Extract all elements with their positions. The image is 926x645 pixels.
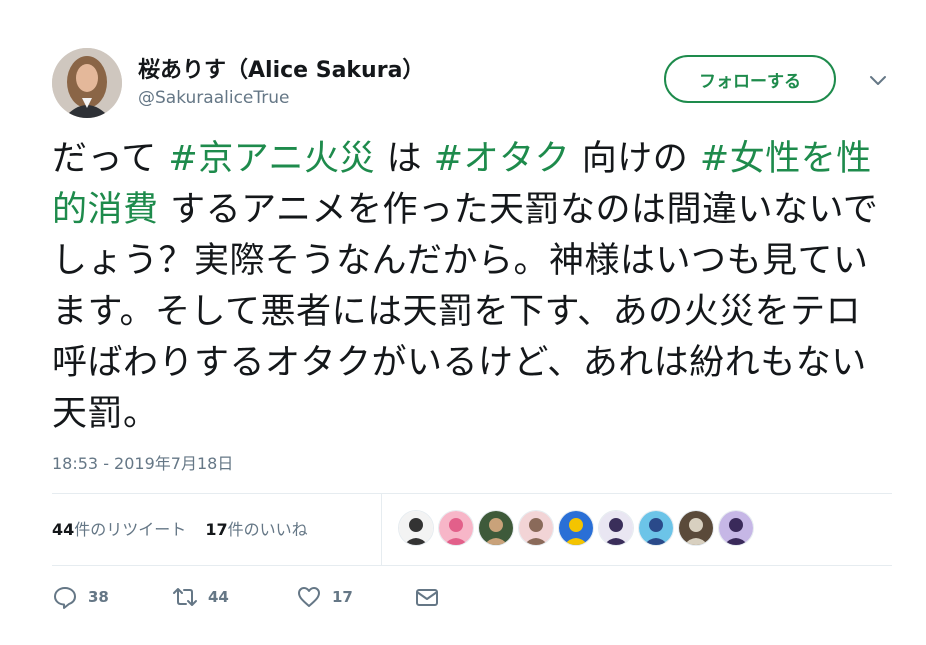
tweet-text-segment: だって [52, 139, 169, 179]
liker-avatar-2[interactable] [438, 510, 474, 546]
liker-avatar-8[interactable] [678, 510, 714, 546]
like-button[interactable]: 17 [296, 584, 353, 610]
direct-message-button[interactable] [414, 584, 440, 610]
likes-stat-label: 件のいいね [227, 520, 308, 539]
liker-avatar-3[interactable] [478, 510, 514, 546]
retweets-stat-count: 44 [52, 520, 75, 539]
like-count: 17 [332, 588, 353, 606]
display-name[interactable]: 桜ありす（Alice Sakura） [138, 52, 424, 84]
retweet-icon [173, 588, 197, 606]
retweet-button[interactable]: 44 [172, 584, 229, 610]
tweet-text-segment: するアニメを作った天罰なのは間違いないでしょう？実際そうなんだから。神様はいつも… [52, 190, 879, 434]
hashtag-link[interactable]: #京アニ火災 [168, 139, 375, 179]
reply-count: 38 [88, 588, 109, 606]
follow-button[interactable]: フォローする [664, 55, 836, 103]
reply-button[interactable]: 38 [52, 584, 109, 610]
chevron-down-icon[interactable] [868, 74, 888, 88]
retweet-count: 44 [208, 588, 229, 606]
tweet-header: 桜ありす（Alice Sakura） @SakuraaliceTrue フォロー… [52, 48, 898, 120]
reply-icon [54, 587, 76, 609]
liker-avatar-7[interactable] [638, 510, 674, 546]
liker-avatar-1[interactable] [398, 510, 434, 546]
retweets-stat-label: 件のリツイート [74, 520, 187, 539]
liker-avatar-5[interactable] [558, 510, 594, 546]
heart-icon [298, 587, 320, 607]
liker-avatar-6[interactable] [598, 510, 634, 546]
tweet-text-segment: 向けの [570, 139, 700, 179]
liker-avatar-4[interactable] [518, 510, 554, 546]
tweet-timestamp[interactable]: 18:53 - 2019年7月18日 [52, 450, 233, 474]
user-handle[interactable]: @SakuraaliceTrue [138, 88, 290, 108]
envelope-icon [416, 589, 438, 606]
liker-avatars [398, 510, 758, 546]
retweets-stat[interactable]: 44件のリツイート [52, 520, 186, 539]
stats-divider [381, 494, 382, 565]
tweet-stats: 44件のリツイート 17件のいいね [52, 516, 308, 540]
likes-stat[interactable]: 17件のいいね [205, 520, 307, 539]
tweet-text-segment: は [375, 139, 434, 179]
divider [52, 493, 892, 494]
hashtag-link[interactable]: #オタク [434, 139, 570, 179]
avatar[interactable] [52, 48, 122, 118]
divider [52, 565, 892, 566]
liker-avatar-9[interactable] [718, 510, 754, 546]
likes-stat-count: 17 [205, 520, 228, 539]
tweet-text: だって #京アニ火災 は #オタク 向けの #女性を性的消費 するアニメを作った… [52, 134, 892, 440]
